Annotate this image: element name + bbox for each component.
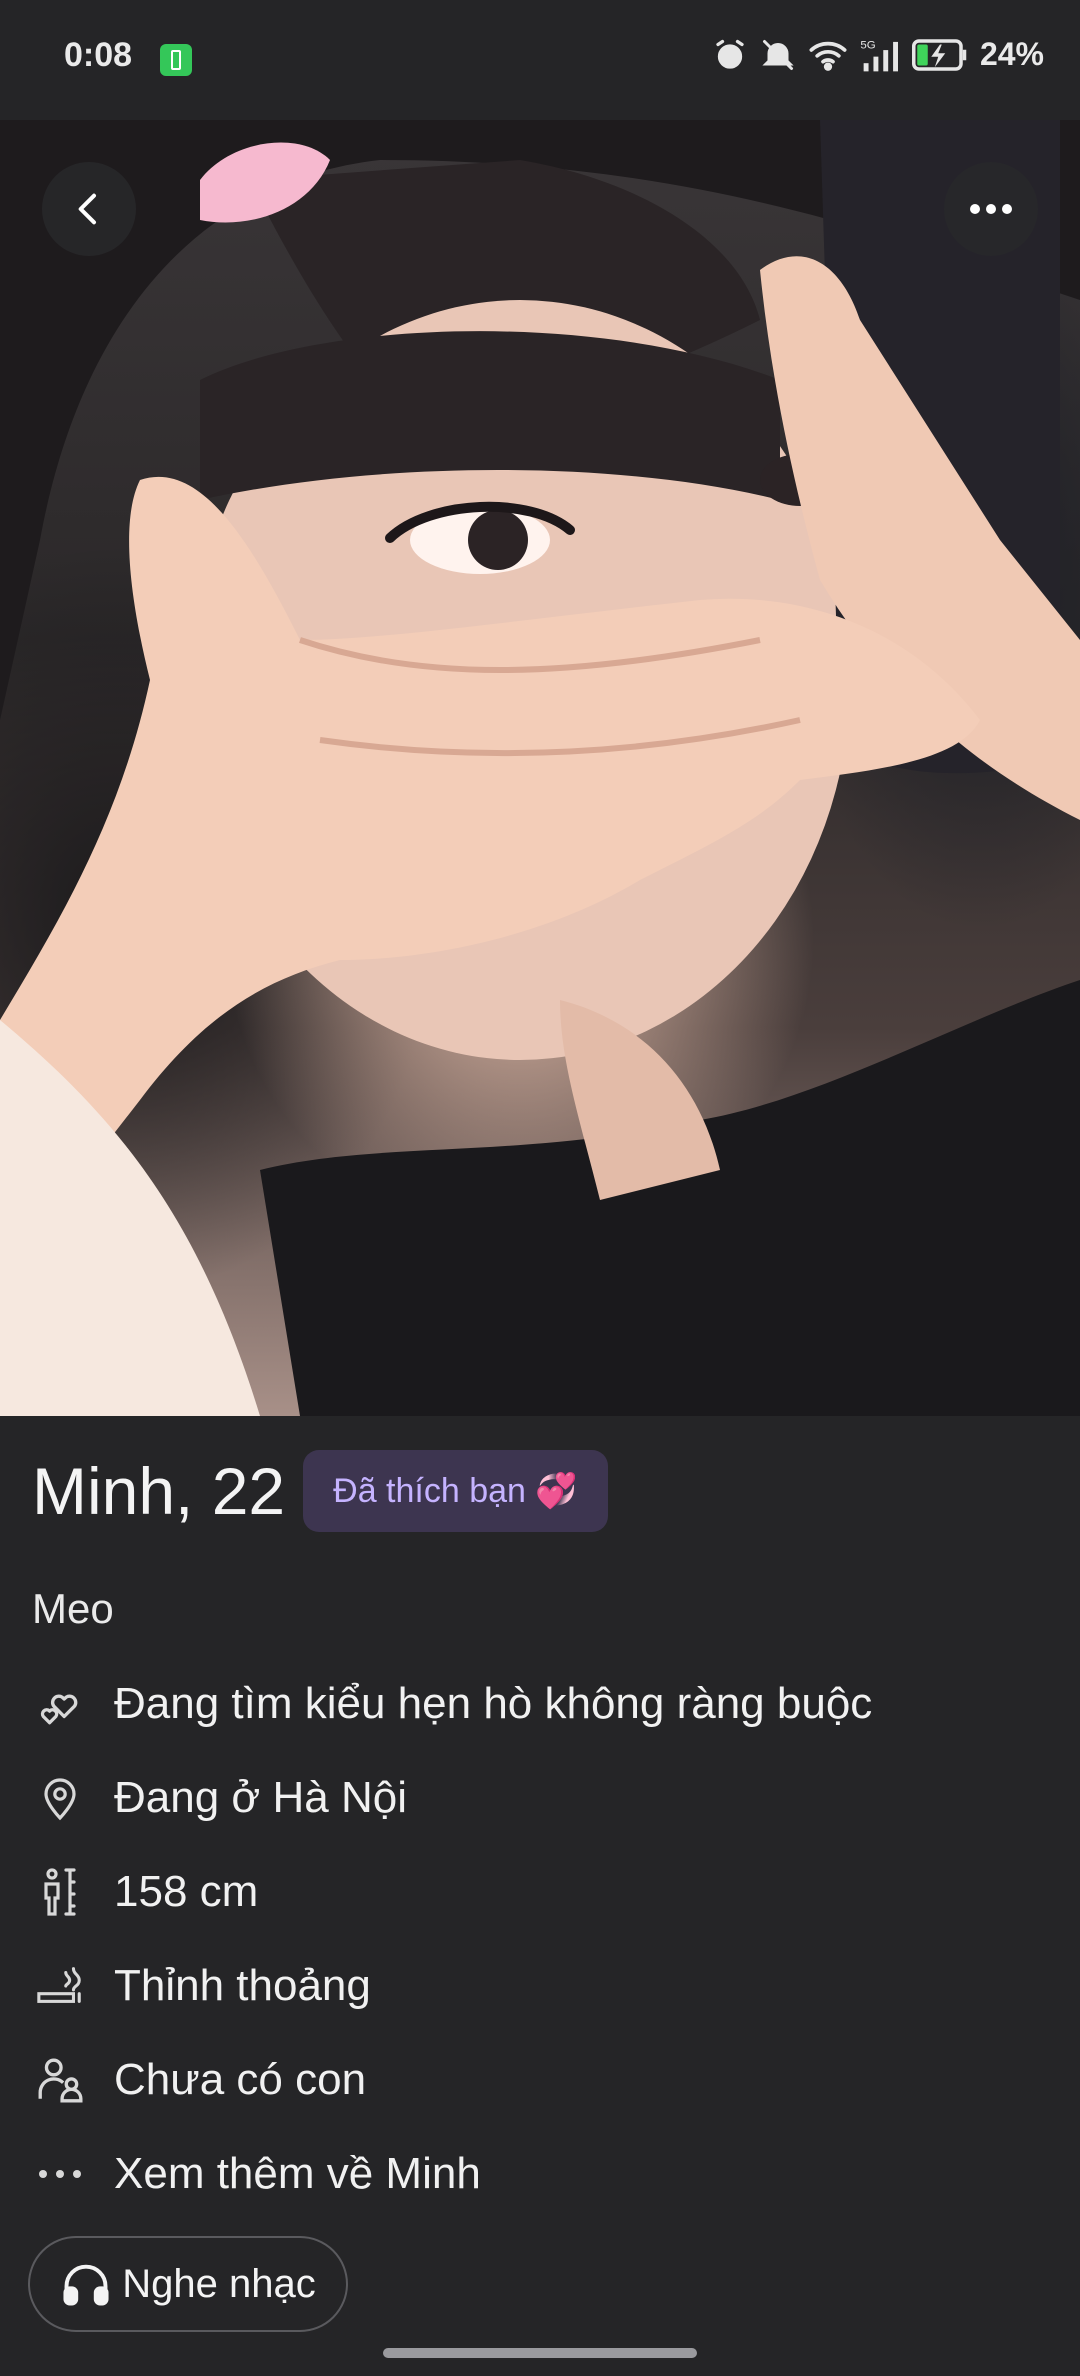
battery-app-icon: [160, 44, 192, 76]
status-time: 0:08: [64, 36, 133, 74]
detail-row-smoking: Thỉnh thoảng: [32, 1958, 371, 2014]
hearts-icon: [32, 1676, 88, 1732]
more-horizontal-icon: [970, 204, 1012, 214]
headphones-icon: [63, 2264, 109, 2306]
smoking-icon: [32, 1958, 88, 2014]
detail-row-children: Chưa có con: [32, 2052, 366, 2108]
location-pin-icon: [32, 1770, 88, 1826]
battery-charging-icon: [911, 38, 967, 71]
detail-text: Thỉnh thoảng: [114, 1961, 371, 2010]
detail-text: Đang ở Hà Nội: [114, 1773, 407, 1822]
signal-5g-icon: 5G: [860, 39, 898, 71]
mute-icon: [762, 39, 794, 70]
alarm-icon: [716, 39, 744, 69]
chevron-left-icon: [78, 193, 96, 225]
see-more-about-button[interactable]: Xem thêm về Minh: [32, 2146, 481, 2202]
profile-photo[interactable]: [0, 120, 1080, 1416]
wifi-icon: [809, 41, 847, 71]
listen-music-label: Nghe nhạc: [122, 2261, 316, 2306]
status-icons: 5G 24%: [712, 36, 1044, 73]
profile-name-age: Minh, 22: [32, 1454, 286, 1528]
profile-photo-art: [0, 120, 1080, 1416]
see-more-label: Xem thêm về Minh: [114, 2149, 481, 2198]
more-options-button[interactable]: [944, 162, 1038, 256]
detail-text: 158 cm: [114, 1867, 259, 1916]
listen-music-button[interactable]: Nghe nhạc: [28, 2236, 348, 2332]
height-icon: [32, 1864, 88, 1920]
detail-row-height: 158 cm: [32, 1864, 258, 1920]
name-row: Minh, 22 Đã thích bạn 💞: [32, 1450, 608, 1532]
status-bar: 0:08 5G 24%: [0, 0, 1080, 120]
battery-percent: 24%: [979, 36, 1044, 72]
detail-text: Đang tìm kiểu hẹn hò không ràng buộc: [114, 1679, 873, 1728]
detail-row-relationship: Đang tìm kiểu hẹn hò không ràng buộc: [32, 1676, 872, 1732]
more-dots-icon: [32, 2146, 88, 2202]
detail-text: Chưa có con: [114, 2055, 367, 2104]
back-button[interactable]: [42, 162, 136, 256]
family-icon: [32, 2052, 88, 2108]
svg-text:5G: 5G: [860, 39, 875, 51]
home-indicator[interactable]: [383, 2348, 697, 2358]
profile-bio: Meo: [32, 1585, 114, 1632]
liked-you-badge: Đã thích bạn 💞: [303, 1450, 608, 1532]
detail-row-location: Đang ở Hà Nội: [32, 1770, 407, 1826]
